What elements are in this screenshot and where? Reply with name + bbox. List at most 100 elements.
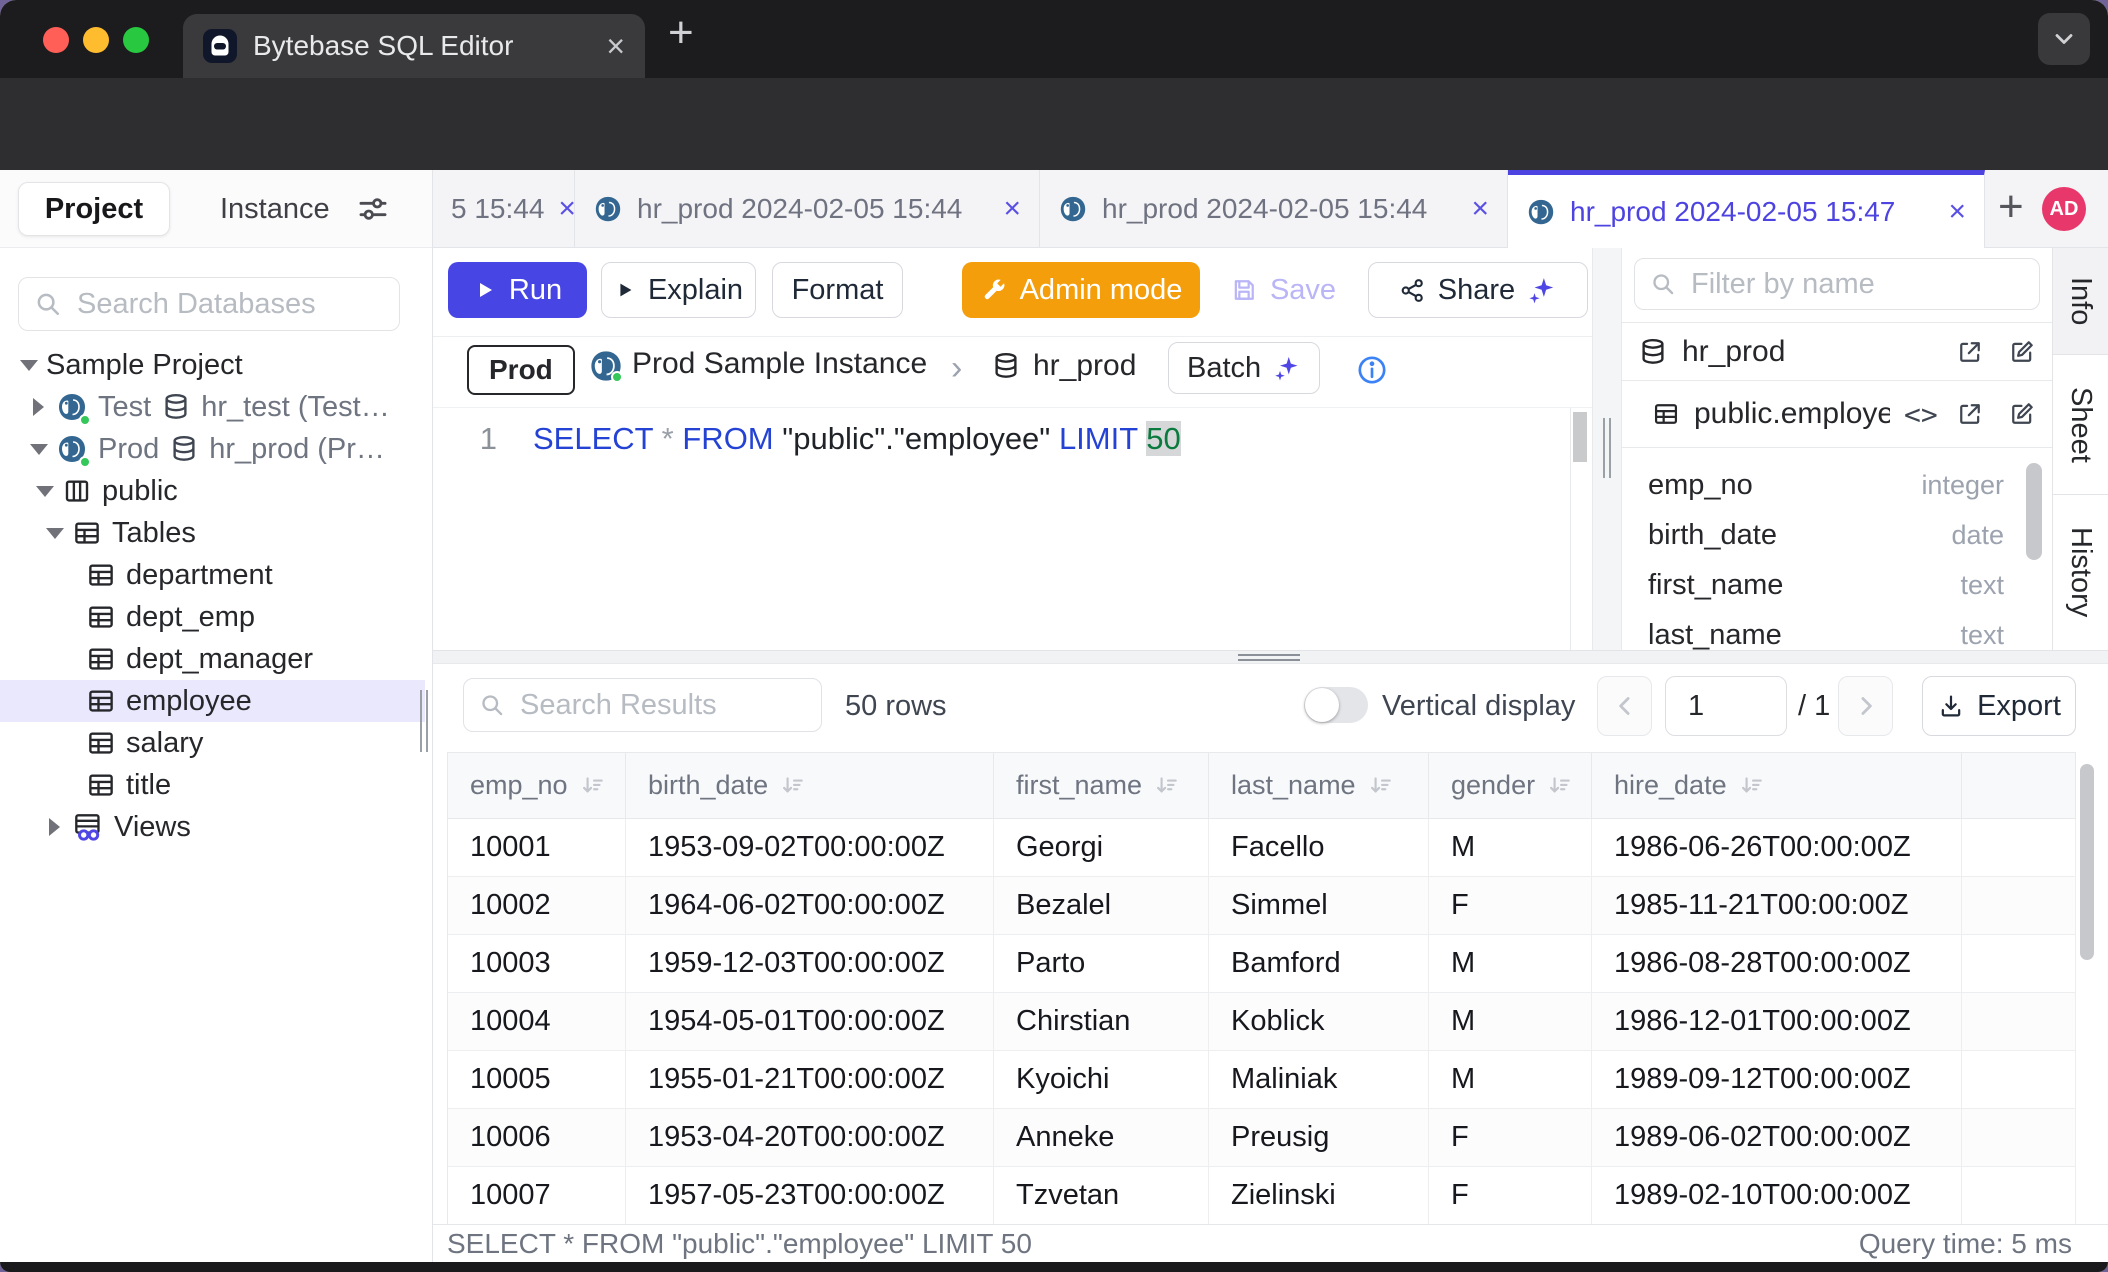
side-tab-info[interactable]: Info: [2053, 248, 2108, 355]
browser-tab[interactable]: Bytebase SQL Editor ×: [183, 14, 645, 78]
traffic-light-zoom[interactable]: [123, 27, 149, 53]
explain-button[interactable]: Explain: [601, 262, 756, 318]
table-cell[interactable]: 1964-06-02T00:00:00Z: [626, 877, 994, 934]
external-link-icon[interactable]: [1956, 400, 1984, 428]
admin-mode-button[interactable]: Admin mode: [962, 262, 1200, 318]
results-scrollbar[interactable]: [2080, 764, 2094, 960]
schema-filter[interactable]: [1634, 258, 2040, 310]
table-cell[interactable]: Georgi: [994, 819, 1209, 876]
tree-item-prod-instance[interactable]: Prod hr_prod (Pr…: [0, 428, 433, 470]
tab-search-button[interactable]: [2038, 13, 2090, 65]
tab-project[interactable]: Project: [18, 182, 170, 236]
instance-crumb[interactable]: Prod Sample Instance: [588, 347, 927, 381]
table-cell[interactable]: 1953-09-02T00:00:00Z: [626, 819, 994, 876]
column-header[interactable]: last_name: [1209, 753, 1429, 818]
run-button[interactable]: Run: [448, 262, 587, 318]
database-search-input[interactable]: [75, 287, 385, 322]
table-cell[interactable]: Bezalel: [994, 877, 1209, 934]
sort-icon[interactable]: [780, 773, 806, 799]
sort-icon[interactable]: [1739, 773, 1765, 799]
table-cell[interactable]: 1986-08-28T00:00:00Z: [1592, 935, 1962, 992]
column-header[interactable]: emp_no: [448, 753, 626, 818]
table-cell[interactable]: M: [1429, 993, 1592, 1050]
export-button[interactable]: Export: [1922, 676, 2076, 736]
table-cell[interactable]: Facello: [1209, 819, 1429, 876]
sort-icon[interactable]: [580, 773, 606, 799]
share-button[interactable]: Share: [1368, 262, 1588, 318]
table-cell[interactable]: F: [1429, 1109, 1592, 1166]
sort-icon[interactable]: [1547, 773, 1573, 799]
table-cell[interactable]: Anneke: [994, 1109, 1209, 1166]
info-circle-icon[interactable]: [1355, 353, 1389, 387]
edit-icon[interactable]: [2008, 400, 2036, 428]
page-number-input[interactable]: [1665, 676, 1787, 736]
table-cell[interactable]: 10005: [448, 1051, 626, 1108]
table-cell[interactable]: M: [1429, 1051, 1592, 1108]
table-cell[interactable]: Zielinski: [1209, 1167, 1429, 1224]
table-row[interactable]: 100041954-05-01T00:00:00ZChirstianKoblic…: [448, 993, 2076, 1051]
sort-icon[interactable]: [1154, 773, 1180, 799]
table-cell[interactable]: 10006: [448, 1109, 626, 1166]
table-cell[interactable]: 1959-12-03T00:00:00Z: [626, 935, 994, 992]
table-cell[interactable]: 1986-06-26T00:00:00Z: [1592, 819, 1962, 876]
side-tab-sheet[interactable]: Sheet: [2053, 355, 2108, 495]
table-cell[interactable]: Chirstian: [994, 993, 1209, 1050]
column-header[interactable]: first_name: [994, 753, 1209, 818]
sparkles-icon[interactable]: [1527, 275, 1557, 305]
tree-item-table-title[interactable]: title: [0, 764, 433, 806]
tab-close-icon[interactable]: ×: [606, 30, 625, 62]
results-search[interactable]: [463, 678, 822, 732]
sql-editor[interactable]: 1 SELECT * FROM "public"."employee" LIMI…: [433, 408, 1592, 650]
table-cell[interactable]: F: [1429, 877, 1592, 934]
editor-tab-3[interactable]: hr_prod 2024-02-05 15:44 ×: [1040, 170, 1508, 248]
table-cell[interactable]: 1955-01-21T00:00:00Z: [626, 1051, 994, 1108]
table-cell[interactable]: 10004: [448, 993, 626, 1050]
table-cell[interactable]: Parto: [994, 935, 1209, 992]
side-tab-history[interactable]: History: [2053, 495, 2108, 650]
tab-instance[interactable]: Instance: [198, 182, 352, 236]
table-cell[interactable]: Koblick: [1209, 993, 1429, 1050]
external-link-icon[interactable]: [1956, 338, 1984, 366]
table-cell[interactable]: 1989-06-02T00:00:00Z: [1592, 1109, 1962, 1166]
table-cell[interactable]: 1985-11-21T00:00:00Z: [1592, 877, 1962, 934]
editor-scrollbar[interactable]: [1573, 412, 1587, 462]
tree-item-tables[interactable]: Tables: [0, 512, 433, 554]
caret-down-icon[interactable]: [30, 444, 46, 455]
tree-item-test-instance[interactable]: Test hr_test (Test…: [0, 386, 433, 428]
results-search-input[interactable]: [518, 688, 807, 723]
table-row[interactable]: 100021964-06-02T00:00:00ZBezalelSimmelF1…: [448, 877, 2076, 935]
new-editor-tab-button[interactable]: +: [1998, 182, 2024, 232]
table-row[interactable]: 100071957-05-23T00:00:00ZTzvetanZielinsk…: [448, 1167, 2076, 1225]
table-cell[interactable]: 1986-12-01T00:00:00Z: [1592, 993, 1962, 1050]
table-cell[interactable]: 10007: [448, 1167, 626, 1224]
caret-down-icon[interactable]: [36, 486, 52, 497]
edit-icon[interactable]: [2008, 338, 2036, 366]
table-cell[interactable]: M: [1429, 819, 1592, 876]
panel-resize-handle[interactable]: [1592, 248, 1622, 650]
table-cell[interactable]: Bamford: [1209, 935, 1429, 992]
table-cell[interactable]: 10003: [448, 935, 626, 992]
results-resize-handle[interactable]: [433, 650, 2108, 664]
code-icon[interactable]: <>: [1904, 398, 1938, 431]
table-row[interactable]: 100031959-12-03T00:00:00ZPartoBamfordM19…: [448, 935, 2076, 993]
traffic-light-close[interactable]: [43, 27, 69, 53]
format-button[interactable]: Format: [772, 262, 903, 318]
tree-item-table-employee[interactable]: employee: [0, 680, 425, 722]
close-icon[interactable]: ×: [1003, 194, 1021, 224]
column-header[interactable]: birth_date: [626, 753, 994, 818]
column-header[interactable]: gender: [1429, 753, 1592, 818]
prev-page-button[interactable]: [1597, 676, 1652, 736]
next-page-button[interactable]: [1838, 676, 1893, 736]
editor-tab-4-active[interactable]: hr_prod 2024-02-05 15:47 ×: [1508, 170, 1985, 248]
caret-down-icon[interactable]: [20, 360, 36, 371]
table-row[interactable]: 100051955-01-21T00:00:00ZKyoichiMaliniak…: [448, 1051, 2076, 1109]
column-row[interactable]: birth_datedate: [1622, 510, 2022, 560]
column-row[interactable]: emp_nointeger: [1622, 460, 2022, 510]
table-row[interactable]: 100011953-09-02T00:00:00ZGeorgiFacelloM1…: [448, 819, 2076, 877]
schema-filter-input[interactable]: [1689, 267, 2025, 302]
close-icon[interactable]: ×: [1948, 197, 1966, 227]
tree-settings-icon[interactable]: [356, 192, 390, 226]
table-cell[interactable]: Preusig: [1209, 1109, 1429, 1166]
table-cell[interactable]: 1989-02-10T00:00:00Z: [1592, 1167, 1962, 1224]
table-cell[interactable]: Maliniak: [1209, 1051, 1429, 1108]
